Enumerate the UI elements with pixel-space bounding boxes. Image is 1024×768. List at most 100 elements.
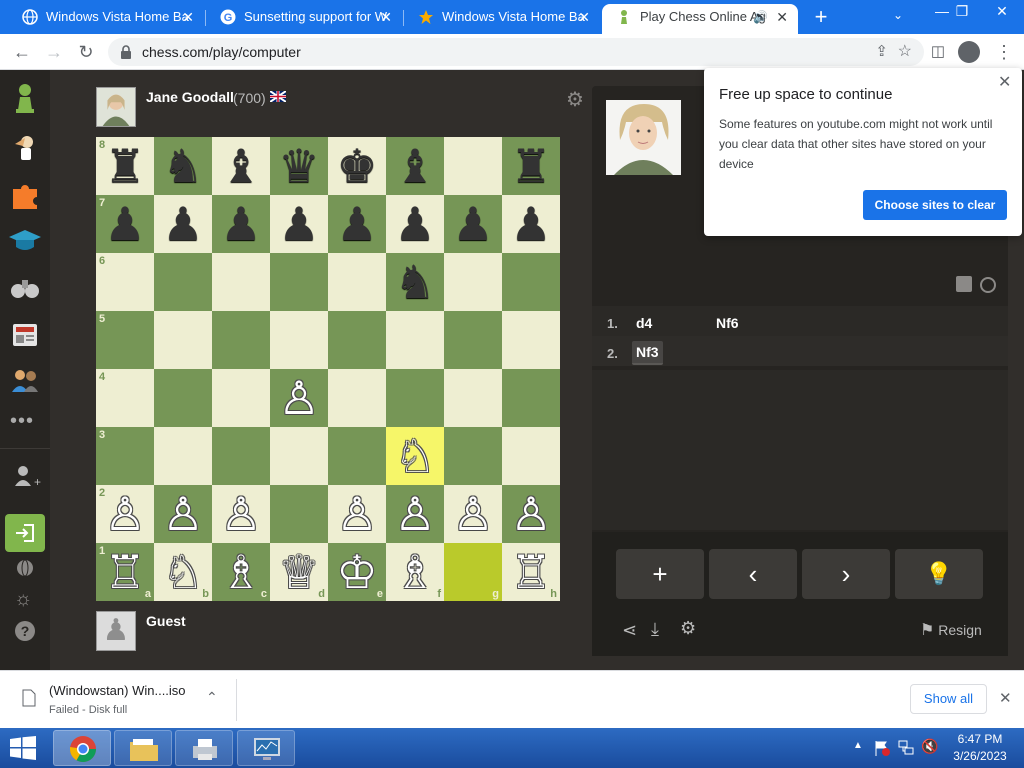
download-filename[interactable]: (Windowstan) Win....iso xyxy=(49,683,186,698)
resign-button[interactable]: ⚑ Resign xyxy=(920,620,982,640)
white-pawn-piece[interactable]: ♙ xyxy=(270,369,328,427)
learn-icon[interactable] xyxy=(7,222,43,258)
square-g2[interactable]: ♙ xyxy=(444,485,502,543)
close-window-button[interactable]: ✕ xyxy=(980,0,1024,24)
new-game-button[interactable]: + xyxy=(616,549,704,599)
square-f1[interactable]: f ♗ xyxy=(386,543,444,601)
move-white-current[interactable]: Nf3 xyxy=(632,341,663,365)
square-a5[interactable]: 5 xyxy=(96,311,154,369)
white-knight-piece[interactable]: ♘ xyxy=(386,427,444,485)
square-b2[interactable]: ♙ xyxy=(154,485,212,543)
black-king-piece[interactable]: ♚ xyxy=(328,137,386,195)
address-bar[interactable]: chess.com/play/computer ⇪ ☆ xyxy=(108,38,924,66)
language-globe-icon[interactable] xyxy=(15,558,35,578)
chess-board[interactable]: 8 ♜ ♞ ♝ ♛ ♚ ♝ ♜ 7 ♟ ♟ ♟ ♟ ♟ ♟ ♟ ♟ 6 ♞ 5 4 ♙ 3 ♘ 2 ♙ ♙ ♙ ♙ ♙ ♙ ♙ 1 a ♖ b ♘ c ♗ d… xyxy=(96,137,560,601)
previous-move-button[interactable]: ‹ xyxy=(709,549,797,599)
square-f5[interactable] xyxy=(386,311,444,369)
square-b3[interactable] xyxy=(154,427,212,485)
choose-sites-button[interactable]: Choose sites to clear xyxy=(863,190,1007,220)
player-name[interactable]: Guest xyxy=(146,613,186,629)
square-h4[interactable] xyxy=(502,369,560,427)
square-h6[interactable] xyxy=(502,253,560,311)
square-b4[interactable] xyxy=(154,369,212,427)
white-knight-piece[interactable]: ♘ xyxy=(154,543,212,601)
square-e2[interactable]: ♙ xyxy=(328,485,386,543)
white-rook-piece[interactable]: ♖ xyxy=(502,543,560,601)
social-icon[interactable] xyxy=(7,362,43,398)
square-d6[interactable] xyxy=(270,253,328,311)
play-icon[interactable] xyxy=(7,130,43,166)
white-pawn-piece[interactable]: ♙ xyxy=(444,485,502,543)
square-c6[interactable] xyxy=(212,253,270,311)
close-tab-icon[interactable]: ✕ xyxy=(380,4,392,30)
square-h5[interactable] xyxy=(502,311,560,369)
square-e5[interactable] xyxy=(328,311,386,369)
square-a3[interactable]: 3 xyxy=(96,427,154,485)
action-center-flag-icon[interactable] xyxy=(874,740,890,756)
more-icon[interactable]: ••• xyxy=(10,410,34,433)
black-pawn-piece[interactable]: ♟ xyxy=(444,195,502,253)
white-rook-piece[interactable]: ♖ xyxy=(96,543,154,601)
square-b1[interactable]: b ♘ xyxy=(154,543,212,601)
square-a2[interactable]: 2 ♙ xyxy=(96,485,154,543)
square-c5[interactable] xyxy=(212,311,270,369)
share-icon[interactable]: ⇪ xyxy=(875,38,888,66)
square-d7[interactable]: ♟ xyxy=(270,195,328,253)
theme-sun-icon[interactable]: ☼ xyxy=(14,588,32,611)
square-g6[interactable] xyxy=(444,253,502,311)
new-tab-button[interactable]: + xyxy=(808,2,834,32)
move-black[interactable]: Nf6 xyxy=(716,315,739,331)
black-pawn-piece[interactable]: ♟ xyxy=(154,195,212,253)
square-c1[interactable]: c ♗ xyxy=(212,543,270,601)
square-b8[interactable]: ♞ xyxy=(154,137,212,195)
square-f4[interactable] xyxy=(386,369,444,427)
square-a4[interactable]: 4 xyxy=(96,369,154,427)
black-bishop-piece[interactable]: ♝ xyxy=(386,137,444,195)
menu-kebab-icon[interactable]: ⋮ xyxy=(990,34,1018,70)
square-g4[interactable] xyxy=(444,369,502,427)
square-c8[interactable]: ♝ xyxy=(212,137,270,195)
tab-2[interactable]: G Sunsetting support for W ✕ xyxy=(206,4,402,34)
opponent-avatar[interactable] xyxy=(96,87,136,127)
chess-logo-icon[interactable] xyxy=(7,80,43,116)
show-all-button[interactable]: Show all xyxy=(910,684,987,714)
opponent-name[interactable]: Jane Goodall xyxy=(146,89,234,105)
clock[interactable]: 6:47 PM 3/26/2023 xyxy=(944,732,1016,763)
square-c4[interactable] xyxy=(212,369,270,427)
close-icon[interactable]: ✕ xyxy=(999,689,1012,707)
white-pawn-piece[interactable]: ♙ xyxy=(328,485,386,543)
black-knight-piece[interactable]: ♞ xyxy=(154,137,212,195)
white-pawn-piece[interactable]: ♙ xyxy=(154,485,212,543)
settings-gear-icon[interactable]: ⚙ xyxy=(566,87,584,112)
square-e4[interactable] xyxy=(328,369,386,427)
square-c3[interactable] xyxy=(212,427,270,485)
white-pawn-piece[interactable]: ♙ xyxy=(386,485,444,543)
black-rook-piece[interactable]: ♜ xyxy=(96,137,154,195)
square-f3[interactable]: ♘ xyxy=(386,427,444,485)
help-icon[interactable]: ? xyxy=(15,621,35,641)
add-user-icon[interactable]: + xyxy=(7,458,43,494)
white-queen-piece[interactable]: ♕ xyxy=(270,543,328,601)
white-bishop-piece[interactable]: ♗ xyxy=(212,543,270,601)
square-g1[interactable]: g xyxy=(444,543,502,601)
black-pawn-piece[interactable]: ♟ xyxy=(502,195,560,253)
black-queen-piece[interactable]: ♛ xyxy=(270,137,328,195)
close-tab-icon[interactable]: ✕ xyxy=(578,4,590,30)
square-g7[interactable]: ♟ xyxy=(444,195,502,253)
square-e1[interactable]: e ♔ xyxy=(328,543,386,601)
square-b6[interactable] xyxy=(154,253,212,311)
speaker-icon[interactable]: 🔊 xyxy=(753,4,768,30)
taskbar-explorer[interactable] xyxy=(114,730,172,766)
square-h2[interactable]: ♙ xyxy=(502,485,560,543)
square-h8[interactable]: ♜ xyxy=(502,137,560,195)
square-g8[interactable] xyxy=(444,137,502,195)
windows-start-icon[interactable] xyxy=(10,736,36,760)
reload-button[interactable]: ↻ xyxy=(72,34,100,70)
square-d3[interactable] xyxy=(270,427,328,485)
square-g3[interactable] xyxy=(444,427,502,485)
back-button[interactable]: ← xyxy=(8,34,36,70)
tab-4-active[interactable]: Play Chess Online Ag 🔊 ✕ xyxy=(602,4,798,34)
close-tab-icon[interactable]: ✕ xyxy=(182,4,194,30)
square-a6[interactable]: 6 xyxy=(96,253,154,311)
compass-icon[interactable] xyxy=(980,277,996,293)
